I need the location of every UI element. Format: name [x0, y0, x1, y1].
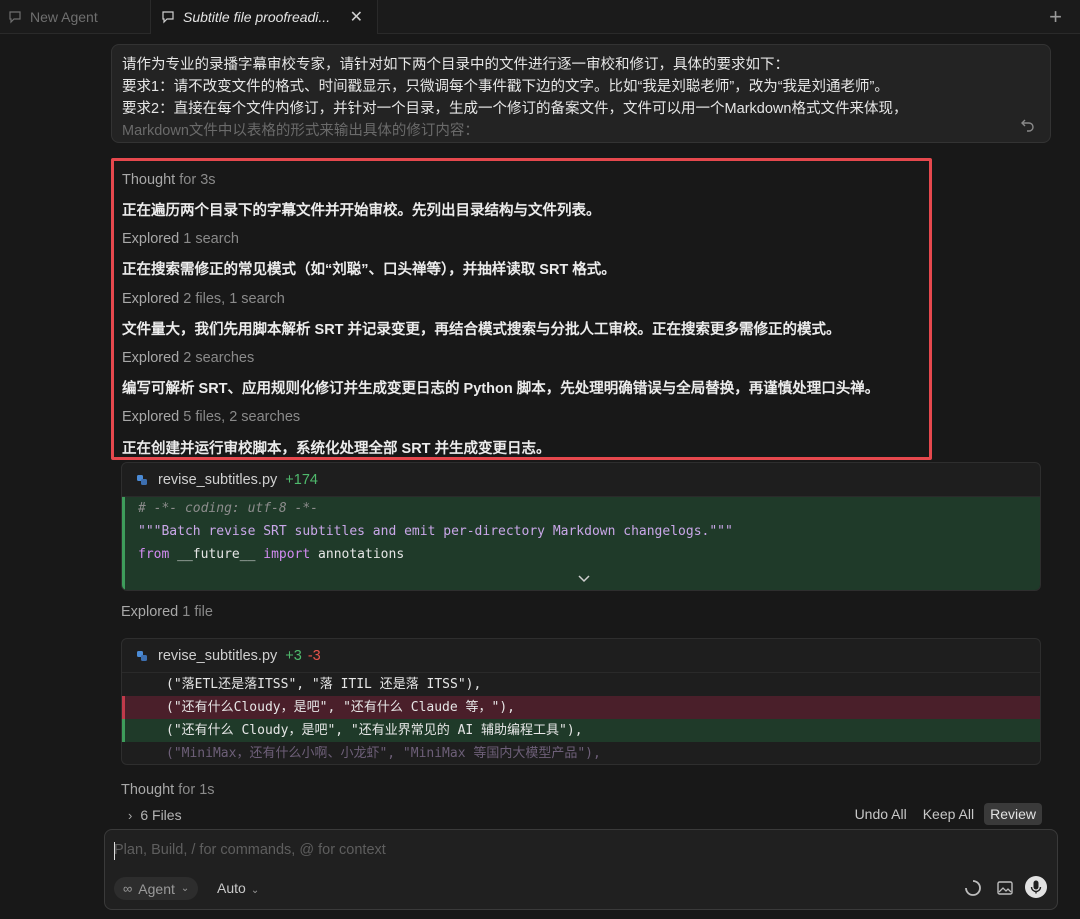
- infinity-icon: ∞: [123, 881, 133, 896]
- tab-new-agent[interactable]: New Agent: [8, 0, 148, 34]
- model-selector[interactable]: Auto ⌄: [217, 880, 259, 896]
- keep-all-button[interactable]: Keep All: [917, 803, 980, 825]
- code-line-added: ("还有什么 Cloudy，是吧", "还有业界常见的 AI 辅助编程工具"),: [122, 719, 1040, 742]
- prompt-line: Markdown文件中以表格的形式来输出具体的修订内容：: [122, 123, 479, 139]
- explored-detail: 2 searches: [183, 349, 255, 366]
- undo-icon[interactable]: [1020, 116, 1036, 132]
- undo-all-button[interactable]: Undo All: [849, 803, 913, 825]
- microphone-icon[interactable]: [1025, 876, 1047, 898]
- prompt-line: 请作为专业的录播字幕审校专家，请针对如下两个目录中的文件进行逐一审校和修订，具体…: [122, 57, 789, 73]
- tab-subtitle-proofreading[interactable]: Subtitle file proofreadi... ✕: [150, 0, 378, 34]
- changed-files-bar: › 6 Files Undo All Keep All Review: [114, 799, 1046, 831]
- file-name: revise_subtitles.py: [158, 471, 278, 488]
- thought-text: 正在创建并运行审校脚本，系统化处理全部 SRT 并生成变更日志。: [122, 440, 551, 457]
- explored-label: Explored: [122, 290, 180, 307]
- loading-spinner-icon: [965, 880, 981, 896]
- files-count[interactable]: 6 Files: [140, 807, 181, 823]
- code-keyword: from: [138, 547, 170, 562]
- explored-detail: 5 files, 2 searches: [183, 409, 301, 426]
- thought-label: Thought: [122, 171, 176, 188]
- chat-bubble-icon: [9, 11, 21, 24]
- code-edit-card[interactable]: revise_subtitles.py +174 # -*- coding: u…: [121, 462, 1041, 591]
- agent-thought-block: Thought for 3s 正在遍历两个目录下的字幕文件并开始审校。先列出目录…: [111, 158, 932, 460]
- explored-label: Explored: [122, 409, 180, 426]
- explored-summary[interactable]: Explored 2 searches: [122, 343, 921, 373]
- thought-text: 文件量大，我们先用脚本解析 SRT 并记录变更，再结合模式搜索与分批人工审校。正…: [122, 321, 841, 338]
- mode-selector[interactable]: ∞ Agent ⌄: [114, 877, 199, 900]
- chevron-right-icon[interactable]: ›: [128, 808, 132, 823]
- thought-time: for 1s: [178, 782, 215, 798]
- chevron-down-icon: ⌄: [250, 885, 260, 896]
- code-line: ("MiniMax，还有什么小啊、小龙虾", "MiniMax 等国内大模型产品…: [166, 746, 601, 761]
- code-name: annotations: [318, 547, 405, 562]
- prompt-line: 要求2：直接在每个文件内修订，并针对一个目录，生成一个修订的备案文件，文件可以用…: [122, 101, 908, 117]
- code-line: """Batch revise SRT subtitles and emit p…: [138, 524, 733, 539]
- code-line: ("落ETL还是落ITSS", "落 ITIL 还是落 ITSS"),: [166, 677, 482, 692]
- mode-label: Agent: [138, 880, 175, 897]
- thought-text: 正在搜索需修正的常见模式（如“刘聪”、口头禅等），并抽样读取 SRT 格式。: [122, 262, 616, 279]
- explored-label: Explored: [122, 349, 180, 366]
- explored-detail: 1 search: [183, 231, 239, 248]
- explored-label: Explored: [122, 231, 180, 248]
- explored-summary[interactable]: Explored 2 files, 1 search: [122, 284, 921, 314]
- thought-header[interactable]: Thought for 1s: [121, 782, 215, 798]
- model-label: Auto: [217, 880, 246, 896]
- thought-text: 编写可解析 SRT、应用规则化修订并生成变更日志的 Python 脚本，先处理明…: [122, 381, 880, 398]
- review-button[interactable]: Review: [984, 803, 1042, 825]
- file-name: revise_subtitles.py: [158, 647, 278, 664]
- image-icon[interactable]: [995, 878, 1015, 898]
- prompt-line: 要求1：请不改变文件的格式、时间戳显示，只微调每个事件戳下边的文字。比如“我是刘…: [122, 79, 889, 95]
- explored-summary[interactable]: Explored 1 file: [121, 604, 213, 620]
- lines-added: +174: [285, 471, 318, 488]
- lines-removed: -3: [307, 647, 321, 664]
- close-icon[interactable]: ✕: [350, 7, 363, 27]
- tab-label: Subtitle file proofreadi...: [183, 9, 331, 25]
- code-keyword: import: [263, 547, 311, 562]
- composer[interactable]: Plan, Build, / for commands, @ for conte…: [104, 829, 1058, 910]
- chevron-down-icon[interactable]: [577, 574, 591, 584]
- thought-header[interactable]: Thought for 3s: [122, 165, 921, 195]
- explored-detail: 1 file: [182, 604, 213, 620]
- thought-text: 正在遍历两个目录下的字幕文件并开始审校。先列出目录结构与文件列表。: [122, 203, 601, 220]
- explored-summary[interactable]: Explored 1 search: [122, 224, 921, 254]
- code-card-header[interactable]: revise_subtitles.py +174: [122, 463, 1040, 497]
- code-line: from __future__ import annotations: [125, 543, 1040, 566]
- code-diff: # -*- coding: utf-8 -*- """Batch revise …: [122, 497, 1040, 590]
- explored-summary[interactable]: Explored 5 files, 2 searches: [122, 403, 921, 433]
- new-tab-plus-icon[interactable]: +: [1049, 4, 1062, 30]
- chat-input[interactable]: Plan, Build, / for commands, @ for conte…: [114, 842, 386, 858]
- thought-label: Thought: [121, 782, 175, 798]
- code-edit-card[interactable]: revise_subtitles.py +3 -3 ("落ETL还是落ITSS"…: [121, 638, 1041, 765]
- explored-label: Explored: [121, 604, 179, 620]
- chat-bubble-icon: [162, 11, 174, 24]
- code-diff: ("落ETL还是落ITSS", "落 ITIL 还是落 ITSS"), ("还有…: [122, 673, 1040, 764]
- explored-detail: 2 files, 1 search: [183, 290, 285, 307]
- user-prompt-message[interactable]: 请作为专业的录播字幕审校专家，请针对如下两个目录中的文件进行逐一审校和修订，具体…: [111, 44, 1051, 143]
- thought-time: for 3s: [179, 171, 216, 188]
- text-caret: [114, 842, 115, 860]
- tab-bar: New Agent Subtitle file proofreadi... ✕ …: [0, 0, 1080, 34]
- code-module: __future__: [177, 547, 256, 562]
- lines-added: +3: [285, 647, 302, 664]
- code-card-header[interactable]: revise_subtitles.py +3 -3: [122, 639, 1040, 673]
- code-line-removed: ("还有什么Cloudy，是吧", "还有什么 Claude 等，"),: [122, 696, 1040, 719]
- python-file-icon: [137, 650, 147, 661]
- code-line: # -*- coding: utf-8 -*-: [138, 501, 319, 516]
- python-file-icon: [137, 474, 147, 485]
- tab-label: New Agent: [30, 9, 98, 25]
- chevron-down-icon: ⌄: [180, 883, 190, 894]
